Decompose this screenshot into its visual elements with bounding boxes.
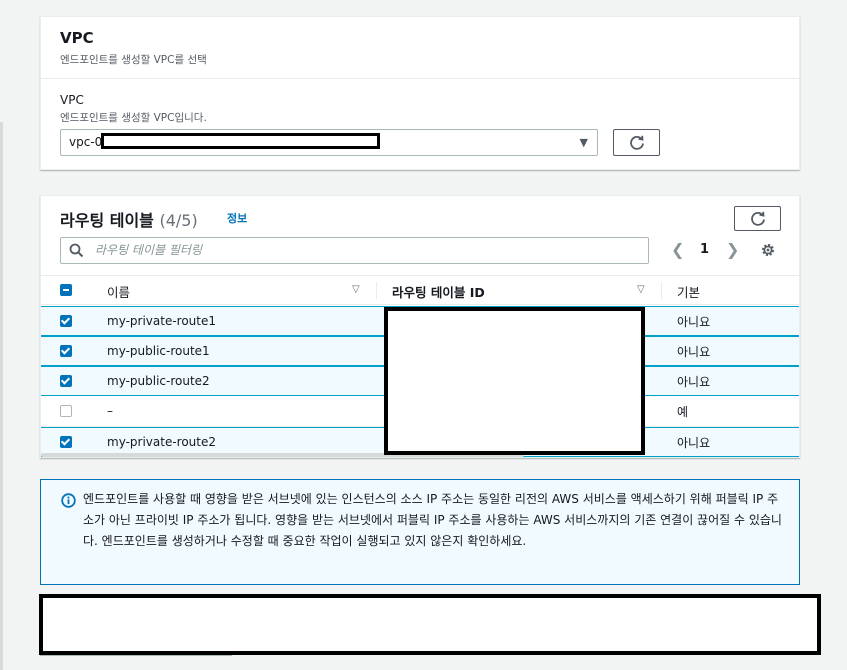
info-alert: 엔드포인트를 사용할 때 영향을 받은 서브넷에 있는 인스턴스의 소스 IP …: [40, 479, 800, 585]
column-header-name[interactable]: 이름: [107, 282, 130, 301]
route-tables-refresh-button[interactable]: [734, 206, 781, 231]
route-table-default: 아니요: [677, 436, 711, 450]
info-link[interactable]: 정보: [227, 210, 247, 226]
row-checkbox[interactable]: [60, 315, 72, 327]
route-table-name: –: [107, 404, 113, 418]
route-tables-title-text: 라우팅 테이블: [60, 211, 154, 230]
redaction-box: [384, 307, 645, 455]
route-tables-title: 라우팅 테이블 (4/5): [60, 207, 198, 231]
vpc-panel-description: 엔드포인트를 생성할 VPC를 선택: [60, 54, 207, 66]
row-checkbox[interactable]: [60, 405, 72, 417]
table-header: 이름 ▽ 라우팅 테이블 ID ▽ 기본: [41, 275, 799, 305]
route-table-name: my-private-route2: [107, 435, 217, 449]
vpc-select-value: vpc-0: [69, 135, 103, 149]
refresh-icon: [750, 211, 765, 226]
row-checkbox[interactable]: [60, 345, 72, 357]
route-tables-count: (4/5): [159, 211, 198, 230]
route-table-default: 아니요: [677, 345, 711, 359]
select-all-checkbox[interactable]: [60, 284, 72, 296]
vpc-panel-title: VPC: [60, 29, 94, 47]
refresh-icon: [629, 135, 644, 150]
route-table-default: 아니요: [677, 315, 711, 329]
column-header-default[interactable]: 기본: [677, 282, 700, 301]
column-header-id[interactable]: 라우팅 테이블 ID: [392, 282, 485, 301]
route-table-name: my-private-route1: [107, 314, 217, 328]
row-checkbox[interactable]: [60, 436, 72, 448]
route-table-name: my-public-route2: [107, 374, 210, 388]
route-table-filter[interactable]: [60, 237, 649, 264]
vpc-panel-header: VPC 엔드포인트를 생성할 VPC를 선택: [41, 17, 799, 79]
route-table-default: 아니요: [677, 375, 711, 389]
search-icon: [69, 243, 84, 258]
row-checkbox[interactable]: [60, 375, 72, 387]
gear-icon[interactable]: [760, 242, 776, 258]
chevron-right-icon[interactable]: ❯: [726, 240, 739, 259]
sort-icon[interactable]: ▽: [637, 284, 645, 295]
vpc-panel: VPC 엔드포인트를 생성할 VPC를 선택 VPC 엔드포인트를 생성할 VP…: [40, 16, 800, 170]
route-table-name: my-public-route1: [107, 344, 210, 358]
info-alert-text: 엔드포인트를 사용할 때 영향을 받은 서브넷에 있는 인스턴스의 소스 IP …: [83, 492, 782, 548]
vpc-select[interactable]: vpc-0 ▼: [60, 129, 598, 156]
route-tables-panel: 라우팅 테이블 (4/5) 정보 ❮ 1 ❯ 이름 ▽ 라우팅 테이블 ID ▽…: [40, 195, 800, 458]
column-divider: [661, 282, 662, 299]
current-page[interactable]: 1: [700, 242, 709, 257]
redaction-box: [39, 594, 821, 655]
info-icon: [61, 493, 76, 508]
vpc-field-description: 엔드포인트를 생성할 VPC입니다.: [60, 112, 207, 124]
page-left-edge: [0, 122, 3, 670]
redaction-box: [101, 133, 380, 149]
caret-down-icon: ▼: [579, 136, 588, 149]
sort-icon[interactable]: ▽: [352, 284, 360, 295]
route-table-default: 예: [677, 405, 689, 419]
chevron-left-icon[interactable]: ❮: [671, 240, 684, 259]
column-divider: [376, 282, 377, 299]
vpc-field-label: VPC: [60, 93, 84, 107]
route-table-filter-input[interactable]: [93, 242, 637, 258]
vpc-refresh-button[interactable]: [613, 129, 660, 156]
